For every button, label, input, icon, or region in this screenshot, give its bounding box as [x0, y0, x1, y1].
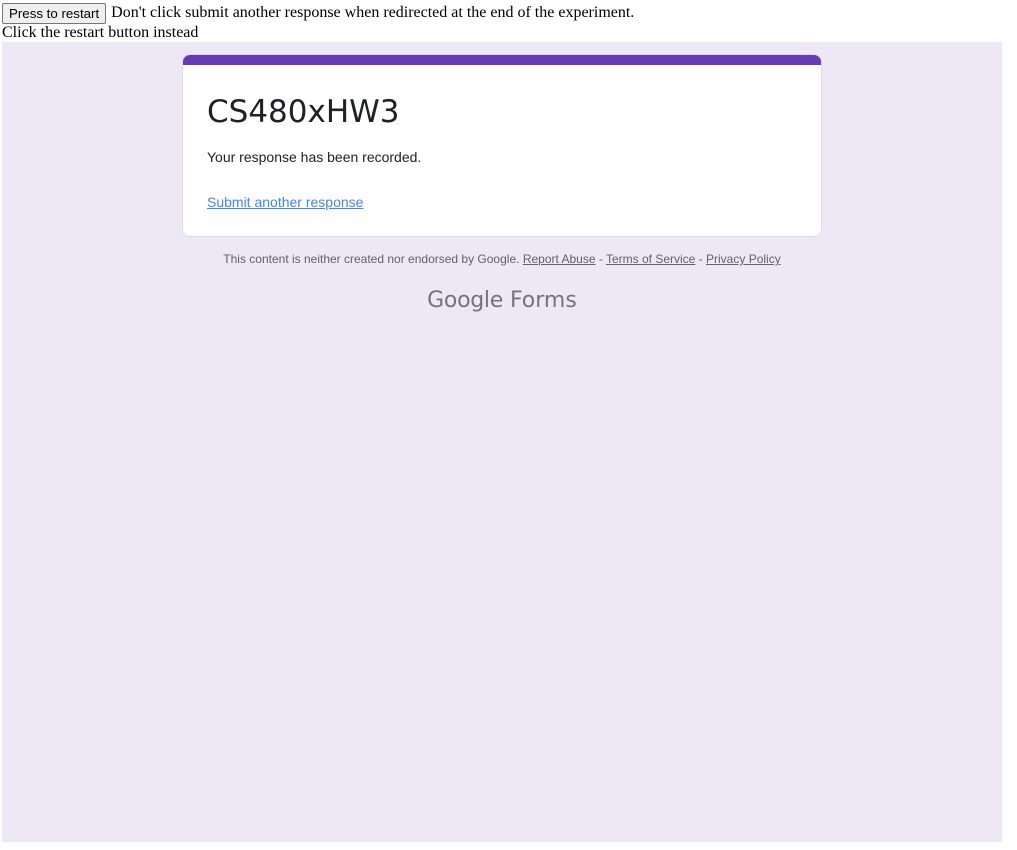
- confirmation-card: CS480xHW3 Your response has been recorde…: [182, 54, 822, 237]
- google-form-frame: CS480xHW3 Your response has been recorde…: [2, 42, 1002, 842]
- report-abuse-link[interactable]: Report Abuse: [523, 252, 596, 266]
- form-title: CS480xHW3: [207, 94, 400, 130]
- footer-disclaimer: This content is neither created nor endo…: [2, 250, 1002, 268]
- instruction-text: Click the restart button instead: [2, 24, 199, 41]
- google-forms-logo[interactable]: Google Forms: [2, 286, 1002, 316]
- restart-button[interactable]: Press to restart: [2, 2, 107, 24]
- footer-separator: -: [695, 252, 707, 266]
- warning-text: Don't click submit another response when…: [111, 4, 635, 21]
- restart-bar: Press to restart Don't click submit anot…: [2, 2, 635, 24]
- google-wordmark: Google: [427, 288, 503, 313]
- terms-of-service-link[interactable]: Terms of Service: [606, 252, 695, 266]
- footer-separator: -: [595, 252, 606, 266]
- card-accent-bar: [183, 55, 821, 65]
- disclaimer-text: This content is neither created nor endo…: [223, 252, 520, 266]
- privacy-policy-link[interactable]: Privacy Policy: [706, 252, 781, 266]
- forms-wordmark: Forms: [509, 288, 577, 313]
- submit-another-response-link[interactable]: Submit another response: [207, 192, 363, 212]
- confirmation-message: Your response has been recorded.: [207, 149, 422, 165]
